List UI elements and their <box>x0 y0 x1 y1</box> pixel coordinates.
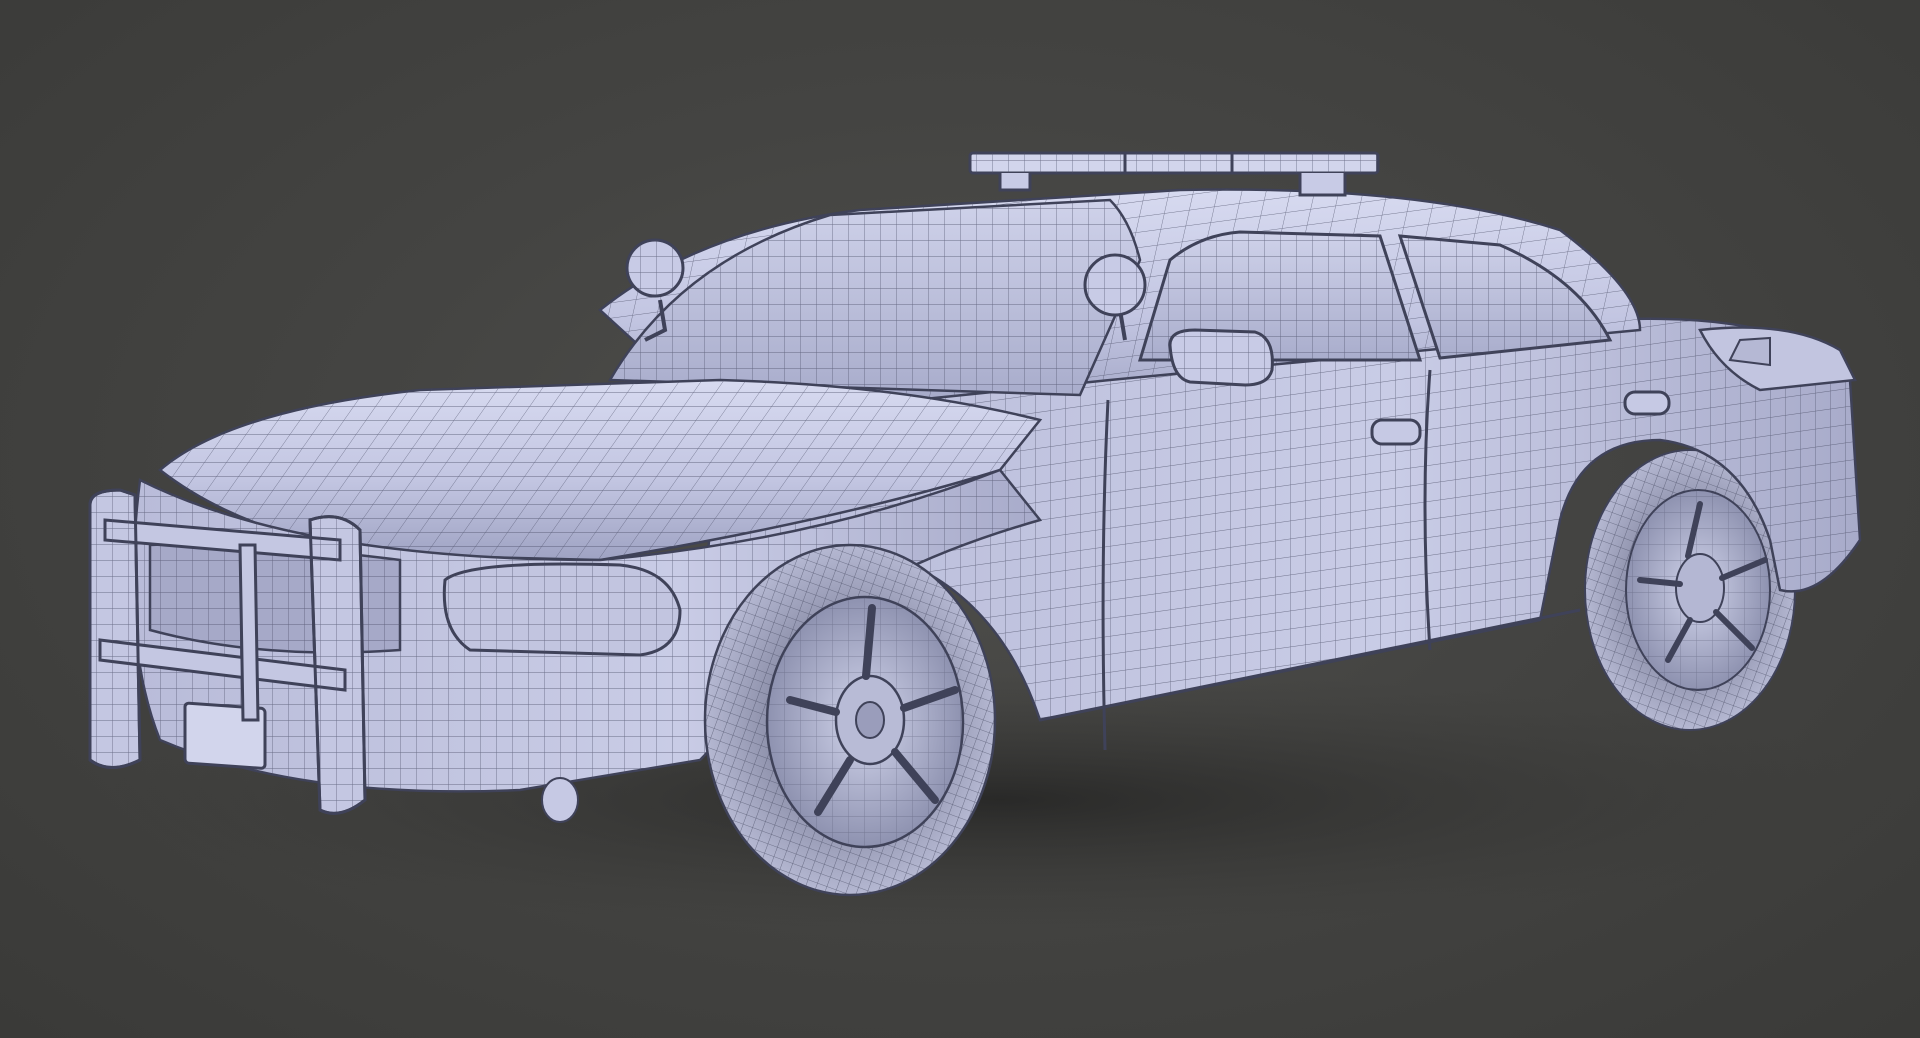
roof-light-bar <box>968 151 1380 197</box>
render-viewport <box>0 0 1920 1038</box>
front-door-handle <box>1370 418 1422 446</box>
front-wheel <box>703 543 997 897</box>
rear-door-handle <box>1623 390 1671 416</box>
police-car-wireframe <box>88 151 1900 930</box>
fog-light <box>541 777 579 823</box>
